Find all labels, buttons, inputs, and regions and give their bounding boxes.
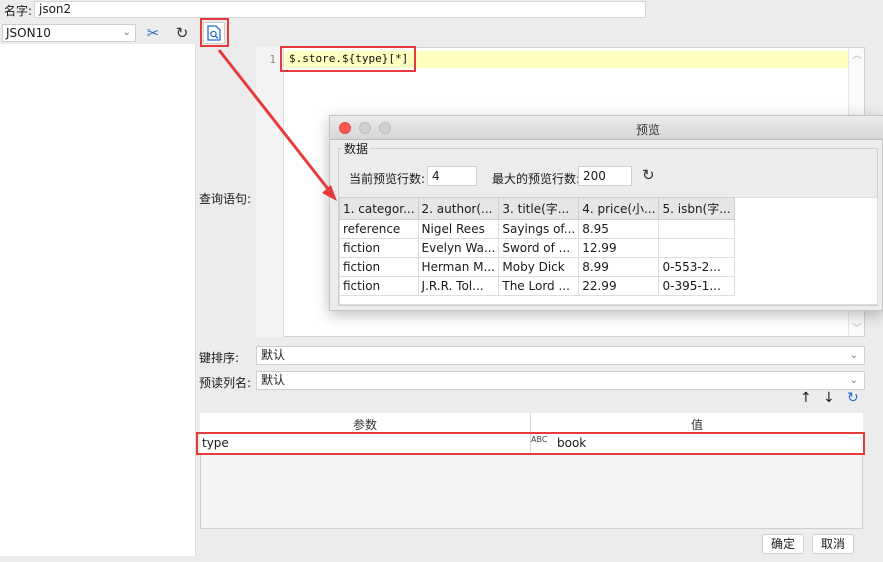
query-label: 查询语句: bbox=[199, 192, 252, 206]
table-cell: Evelyn Wa... bbox=[417, 238, 500, 258]
table-cell: 0-395-1... bbox=[658, 276, 735, 296]
arrow-down-icon[interactable]: ↓ bbox=[823, 390, 835, 406]
table-cell: fiction bbox=[339, 276, 419, 296]
arrow-up-icon[interactable]: ↑ bbox=[800, 390, 812, 406]
table-cell: fiction bbox=[339, 257, 419, 277]
chevron-down-icon: ⌄ bbox=[849, 375, 858, 386]
table-cell: fiction bbox=[339, 238, 419, 258]
cancel-button[interactable]: 取消 bbox=[812, 534, 854, 554]
max-rows-label: 最大的预览行数: bbox=[492, 172, 581, 186]
scroll-down-icon[interactable]: ﹀ bbox=[849, 321, 865, 334]
wrench-icon[interactable]: ✂ bbox=[143, 23, 163, 43]
param-column-header[interactable]: 参数 bbox=[200, 416, 530, 433]
connection-value: JSON10 bbox=[6, 26, 51, 40]
key-sort-label: 键排序: bbox=[199, 351, 240, 365]
table-cell: 8.99 bbox=[578, 257, 660, 277]
scroll-up-icon[interactable]: ︿ bbox=[849, 48, 865, 61]
value-column-header[interactable]: 值 bbox=[531, 416, 863, 433]
preview-dialog: 预览 数据 当前预览行数: 4 最大的预览行数: 200 ↻ 1. catego… bbox=[329, 115, 883, 311]
highlight-box-preview bbox=[200, 18, 229, 47]
refresh-icon[interactable]: ↻ bbox=[172, 23, 192, 43]
table-cell: 0-553-2... bbox=[658, 257, 735, 277]
highlight-box-param-row bbox=[196, 432, 865, 455]
current-rows-label: 当前预览行数: bbox=[349, 172, 426, 186]
refresh-icon[interactable]: ↻ bbox=[642, 166, 655, 184]
col-name-select[interactable]: 默认 ⌄ bbox=[256, 371, 865, 390]
name-label: 名字: bbox=[4, 4, 33, 18]
table-cell: 12.99 bbox=[578, 238, 660, 258]
column-header[interactable]: 3. title(字... bbox=[498, 197, 580, 220]
current-rows-input[interactable]: 4 bbox=[427, 166, 477, 186]
table-row[interactable]: fiction J.R.R. Tol... The Lord ... 22.99… bbox=[339, 276, 735, 296]
column-header[interactable]: 1. categor... bbox=[339, 197, 419, 220]
column-header[interactable]: 4. price(小... bbox=[578, 197, 660, 220]
table-cell: reference bbox=[339, 219, 419, 239]
connection-select[interactable]: JSON10 ⌄ bbox=[2, 24, 136, 42]
max-rows-input[interactable]: 200 bbox=[578, 166, 632, 186]
table-cell: Nigel Rees bbox=[417, 219, 500, 239]
table-cell bbox=[658, 219, 735, 239]
col-name-value: 默认 bbox=[261, 373, 286, 387]
highlight-box-code bbox=[280, 46, 416, 72]
chevron-down-icon: ⌄ bbox=[122, 27, 131, 38]
table-cell: Sayings of... bbox=[498, 219, 580, 239]
table-cell: Moby Dick bbox=[498, 257, 580, 277]
table-row[interactable]: fiction Evelyn Wa... Sword of ... 12.99 bbox=[339, 238, 735, 258]
table-cell: 22.99 bbox=[578, 276, 660, 296]
editor-gutter bbox=[256, 47, 284, 337]
dialog-title: 预览 bbox=[636, 123, 661, 137]
line-number: 1 bbox=[269, 53, 276, 66]
data-group-label: 数据 bbox=[342, 140, 371, 157]
ok-button[interactable]: 确定 bbox=[762, 534, 804, 554]
key-sort-select[interactable]: 默认 ⌄ bbox=[256, 346, 865, 365]
column-header[interactable]: 2. author(... bbox=[417, 197, 500, 220]
table-cell: J.R.R. Tol... bbox=[417, 276, 500, 296]
minimize-dot[interactable] bbox=[359, 122, 371, 134]
close-dot[interactable] bbox=[339, 122, 351, 134]
dialog-titlebar: 预览 bbox=[330, 116, 883, 140]
chevron-down-icon: ⌄ bbox=[849, 350, 858, 361]
table-cell: The Lord ... bbox=[498, 276, 580, 296]
col-name-label: 预读列名: bbox=[199, 376, 252, 390]
table-cell bbox=[658, 238, 735, 258]
refresh-icon[interactable]: ↻ bbox=[847, 390, 859, 406]
preview-grid: 1. categor... 2. author(... 3. title(字..… bbox=[339, 197, 735, 296]
left-panel bbox=[0, 44, 196, 556]
table-cell: 8.95 bbox=[578, 219, 660, 239]
name-input[interactable]: json2 bbox=[34, 1, 646, 18]
table-row[interactable]: reference Nigel Rees Sayings of... 8.95 bbox=[339, 219, 735, 239]
zoom-dot[interactable] bbox=[379, 122, 391, 134]
table-cell: Herman M... bbox=[417, 257, 500, 277]
key-sort-value: 默认 bbox=[261, 348, 286, 362]
column-header[interactable]: 5. isbn(字... bbox=[658, 197, 735, 220]
table-row[interactable]: fiction Herman M... Moby Dick 8.99 0-553… bbox=[339, 257, 735, 277]
table-cell: Sword of ... bbox=[498, 238, 580, 258]
